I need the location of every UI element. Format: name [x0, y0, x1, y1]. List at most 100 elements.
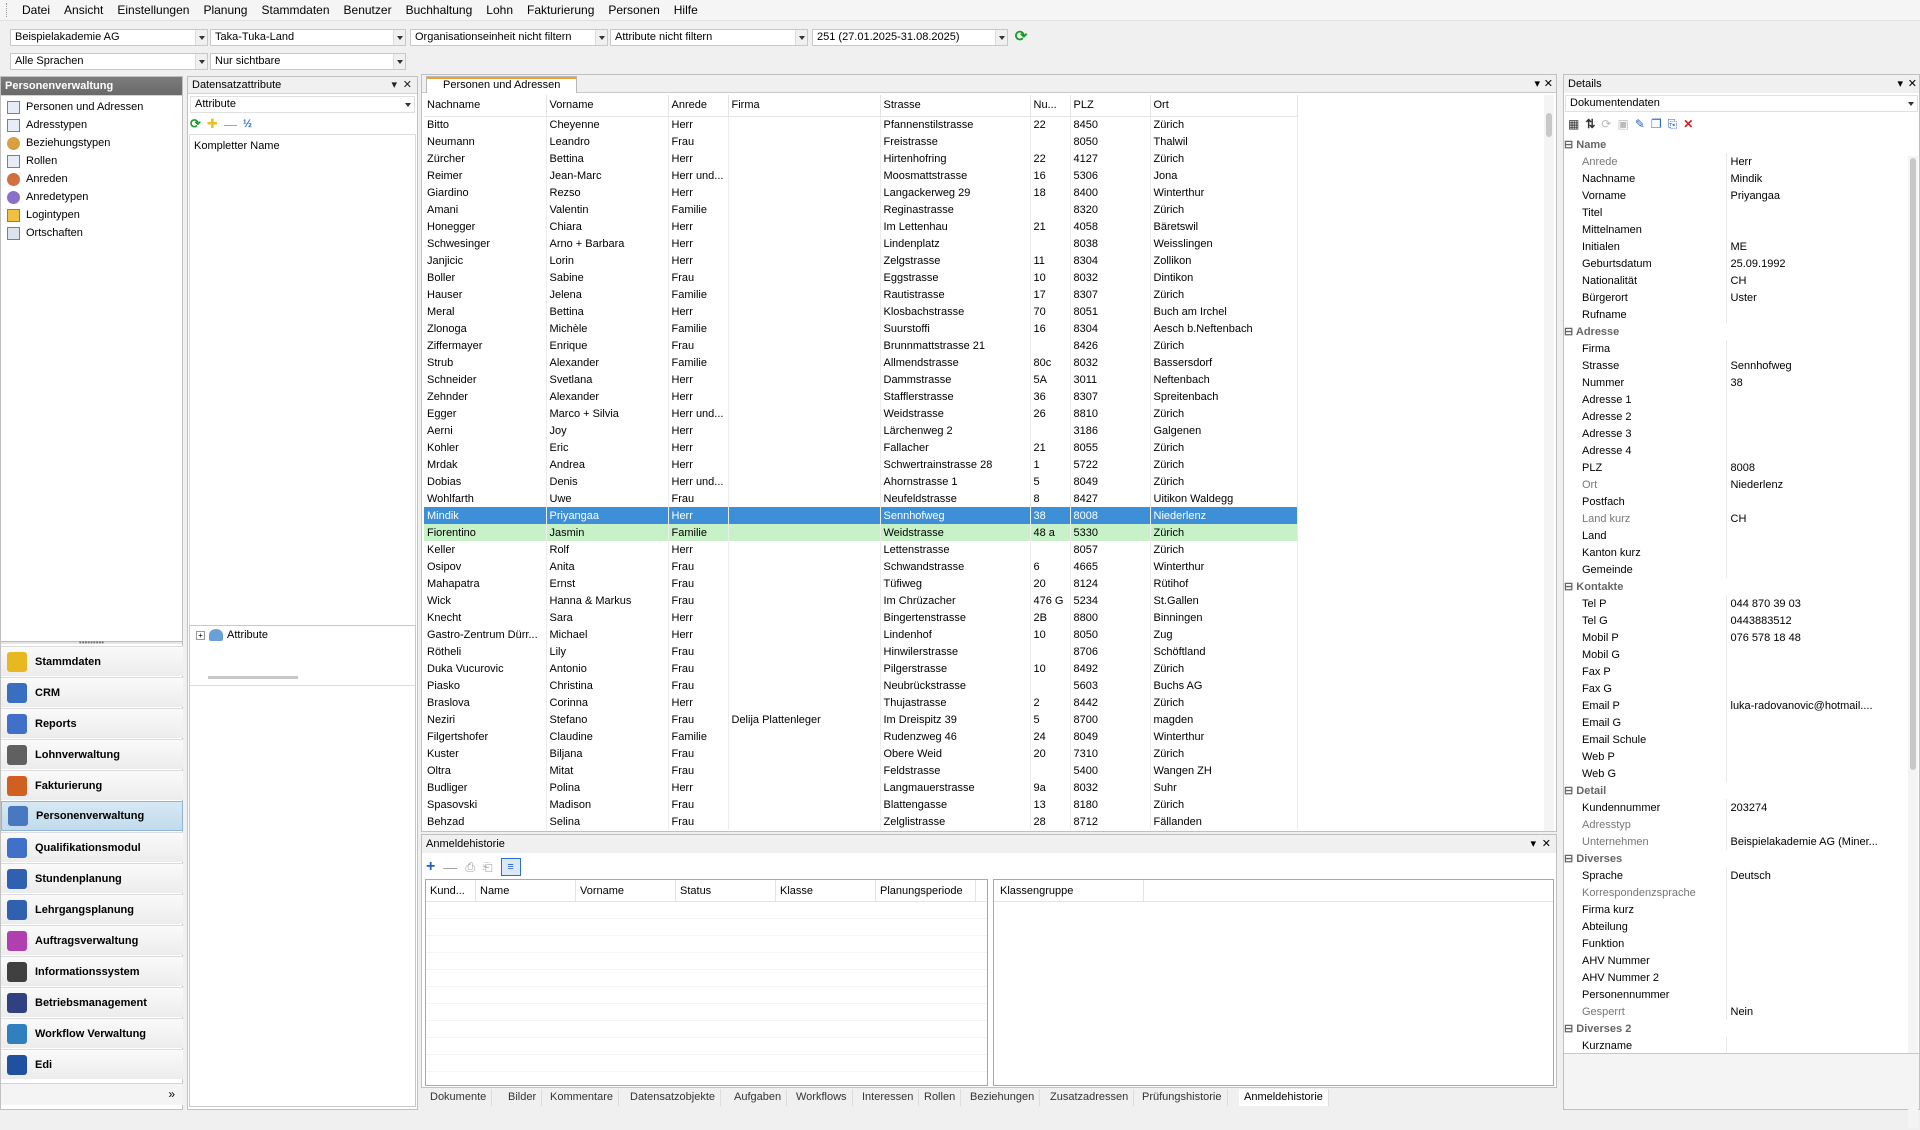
tree-item-rollen[interactable]: Rollen [1, 152, 182, 170]
sort-icon[interactable]: ⇅ [1585, 117, 1595, 131]
chevron-down-icon[interactable] [995, 30, 1007, 45]
table-row[interactable]: Schneider Svetlana Herr Dammstrasse 5A 3011 Ne… [424, 371, 1298, 388]
property-row[interactable]: Nationalität CH [1564, 272, 1909, 289]
property-row[interactable]: AHV Nummer [1564, 952, 1909, 969]
table-row[interactable]: Rötheli Lily Frau Hinwilerstrasse 8706 Schöft… [424, 643, 1298, 660]
property-row[interactable]: Tel P 044 870 39 03 [1564, 595, 1909, 612]
tab-bilder[interactable]: Bilder [503, 1089, 543, 1106]
table-row[interactable]: Schwesinger Arno + Barbara Herr Lindenplatz… [424, 235, 1298, 252]
column-header-planungsperiode[interactable]: Planungsperiode [876, 880, 976, 901]
property-row[interactable]: Fax P [1564, 663, 1909, 680]
export-icon[interactable]: ⎗ [483, 860, 493, 875]
chevron-down-icon[interactable] [595, 30, 607, 45]
tab-rollen[interactable]: Rollen [919, 1089, 962, 1106]
property-row[interactable]: Fax G [1564, 680, 1909, 697]
close-icon[interactable]: ✕ [403, 77, 412, 94]
property-value[interactable] [1726, 561, 1909, 578]
property-row[interactable]: Funktion [1564, 935, 1909, 952]
property-value[interactable]: Beispielakademie AG (Miner... [1726, 833, 1909, 850]
collapse-icon[interactable]: ⊟ [1564, 581, 1576, 593]
property-row[interactable]: Email G [1564, 714, 1909, 731]
property-row[interactable]: AHV Nummer 2 [1564, 969, 1909, 986]
property-row[interactable]: Geburtsdatum 25.09.1992 [1564, 255, 1909, 272]
property-value[interactable] [1726, 680, 1909, 697]
table-row[interactable]: Fiorentino Jasmin Familie Weidstrasse 48 a 53… [424, 524, 1298, 541]
nav-button-workflow-verwaltung[interactable]: Workflow Verwaltung [1, 1018, 183, 1048]
nav-button-reports[interactable]: Reports [1, 708, 183, 738]
property-value[interactable]: 203274 [1726, 799, 1909, 816]
chevron-down-icon[interactable] [393, 54, 405, 69]
column-header-vorname[interactable]: Vorname [576, 880, 676, 901]
chevron-down-icon[interactable] [1905, 96, 1917, 111]
property-value[interactable] [1726, 663, 1909, 680]
nav-button-lehrgangsplanung[interactable]: Lehrgangsplanung [1, 894, 183, 924]
tree-item-ortschaften[interactable]: Ortschaften [1, 224, 182, 242]
table-row[interactable]: Amani Valentin Familie Reginastrasse 8320 Zür… [424, 201, 1298, 218]
tree-item-anredetypen[interactable]: Anredetypen [1, 188, 182, 206]
menu-planung[interactable]: Planung [196, 0, 254, 21]
print-icon[interactable]: ⎙ [465, 860, 475, 875]
property-row[interactable]: Email Pluka-radovanovic@hotmail.... [1564, 697, 1909, 714]
property-value[interactable] [1726, 765, 1909, 782]
property-value[interactable]: Uster [1726, 289, 1909, 306]
column-header-firma[interactable]: Firma [728, 95, 881, 117]
property-value[interactable]: CH [1726, 510, 1909, 527]
property-row[interactable]: Kundennummer 203274 [1564, 799, 1909, 816]
nav-button-stundenplanung[interactable]: Stundenplanung [1, 863, 183, 893]
property-value[interactable] [1726, 731, 1909, 748]
table-row[interactable]: Honegger Chiara Herr Im Lettenhau 21 4058 Bäre… [424, 218, 1298, 235]
property-value[interactable] [1726, 425, 1909, 442]
table-row[interactable]: Kohler Eric Herr Fallacher 21 8055 Zürich [424, 439, 1298, 456]
table-row[interactable]: Aerni Joy Herr Lärchenweg 2 3186 Galgenen [424, 422, 1298, 439]
add-icon[interactable]: ✚ [207, 116, 218, 132]
close-icon[interactable]: ✕ [1908, 75, 1917, 93]
nav-button-informationssystem[interactable]: Informationssystem [1, 956, 183, 986]
property-row[interactable]: Adresstyp [1564, 816, 1909, 833]
menu-benutzer[interactable]: Benutzer [337, 0, 399, 21]
visibility-select[interactable]: Nur sichtbare [210, 53, 406, 70]
table-row[interactable]: Osipov Anita Frau Schwandstrasse 6 4665 Winter… [424, 558, 1298, 575]
property-row[interactable]: Web G [1564, 765, 1909, 782]
collapse-icon[interactable]: ⊟ [1564, 785, 1576, 797]
tree-node-attribute[interactable]: + Attribute [190, 626, 415, 644]
tab-prüfungshistorie[interactable]: Prüfungshistorie [1137, 1089, 1228, 1106]
column-header-anrede[interactable]: Anrede [668, 95, 729, 117]
property-value[interactable] [1726, 1037, 1909, 1054]
table-row[interactable]: Budliger Polina Herr Langmauerstrasse 9a 8032… [424, 779, 1298, 796]
save-icon[interactable]: ▣ [1617, 117, 1628, 131]
table-row[interactable]: Dobias Denis Herr und... Ahornstrasse 1 5 804… [424, 473, 1298, 490]
property-row[interactable]: Nummer 38 [1564, 374, 1909, 391]
chevron-down-icon[interactable] [795, 30, 807, 45]
menu-buchhaltung[interactable]: Buchhaltung [399, 0, 480, 21]
nav-button-qualifikationsmodul[interactable]: Qualifikationsmodul [1, 832, 183, 862]
tab-aufgaben[interactable]: Aufgaben [729, 1089, 788, 1106]
grid-icon[interactable]: ▦ [1568, 117, 1579, 131]
period-select[interactable]: 251 (27.01.2025-31.08.2025) [812, 29, 1008, 46]
property-value[interactable] [1726, 935, 1909, 952]
property-value[interactable]: Deutsch [1726, 867, 1909, 884]
chevron-down-icon[interactable] [393, 30, 405, 45]
tree-item-anreden[interactable]: Anreden [1, 170, 182, 188]
property-value[interactable] [1726, 408, 1909, 425]
property-row[interactable]: Web P [1564, 748, 1909, 765]
vertical-scrollbar[interactable] [1544, 95, 1554, 831]
tab-personen-und-adressen[interactable]: Personen und Adressen [426, 76, 578, 93]
table-row[interactable]: Gastro-Zentrum Dürr... Michael Herr Lindenh… [424, 626, 1298, 643]
collapse-icon[interactable]: ⊟ [1564, 326, 1576, 338]
property-value[interactable] [1726, 748, 1909, 765]
column-header-ort[interactable]: Ort [1150, 95, 1298, 117]
property-row[interactable]: Adresse 3 [1564, 425, 1909, 442]
menu-stammdaten[interactable]: Stammdaten [254, 0, 336, 21]
menu-einstellungen[interactable]: Einstellungen [110, 0, 196, 21]
property-value[interactable] [1726, 901, 1909, 918]
property-value[interactable] [1726, 306, 1909, 323]
property-row[interactable]: Mobil G [1564, 646, 1909, 663]
table-row[interactable]: Wick Hanna & Markus Frau Im Chrüzacher 476 G… [424, 592, 1298, 609]
vertical-scrollbar[interactable] [1908, 156, 1918, 1128]
table-row[interactable]: Wohlfarth Uwe Frau Neufeldstrasse 8 8427 Uitik… [424, 490, 1298, 507]
menu-personen[interactable]: Personen [601, 0, 666, 21]
property-row[interactable]: Korrespondenzsprache [1564, 884, 1909, 901]
property-value[interactable]: Sennhofweg [1726, 357, 1909, 374]
chevron-down-icon[interactable] [195, 54, 207, 69]
tab-datensatzobjekte[interactable]: Datensatzobjekte [625, 1089, 721, 1106]
